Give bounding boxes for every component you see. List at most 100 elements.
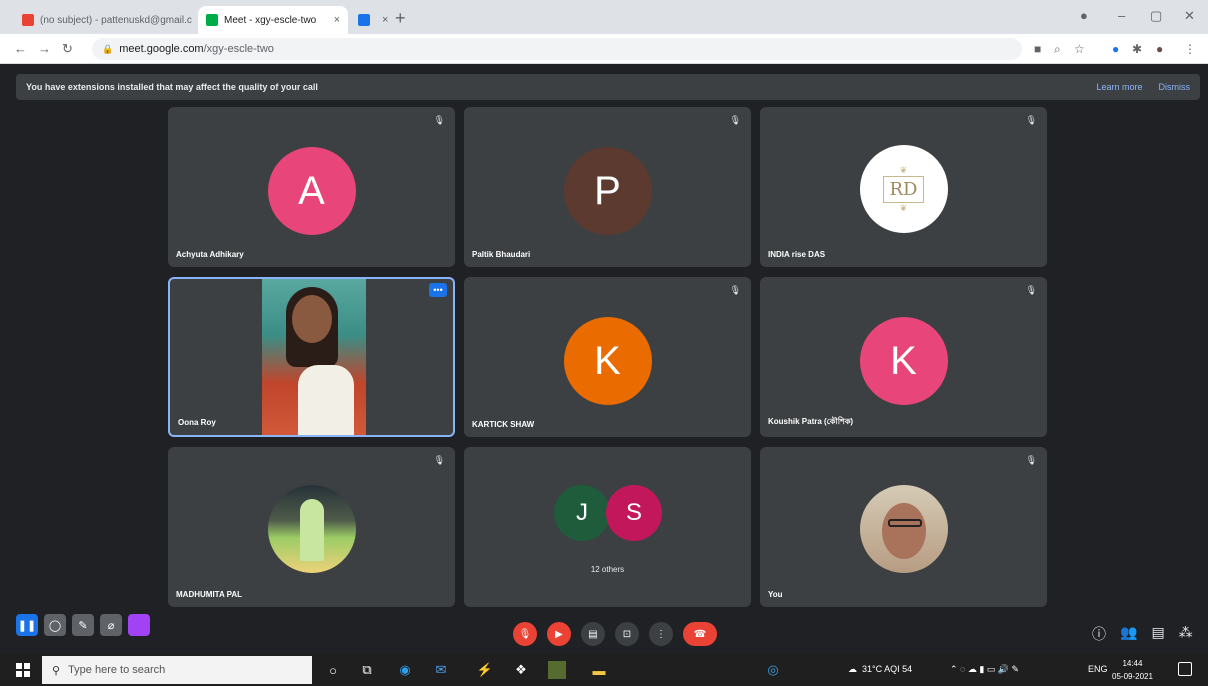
extension-icon[interactable]: ● (1112, 42, 1119, 56)
participant-tile[interactable]: 🎙︎ MADHUMITA PAL (168, 447, 455, 607)
meeting-tools: ⓘ 👥 ▤ ⁂ (1092, 624, 1193, 644)
minimize-button[interactable]: – (1118, 8, 1125, 23)
more-options-button[interactable]: ⋮ (649, 622, 673, 646)
profile-photo (859, 485, 948, 573)
extensions-puzzle-icon[interactable]: ✱ (1132, 42, 1142, 56)
avatar: K (859, 317, 948, 405)
tab-meet[interactable]: Meet - xgy-escle-two × (198, 6, 348, 34)
zoom-icon[interactable]: ⌕ (1054, 42, 1061, 57)
participant-tile[interactable]: 🎙︎ ❦ RD ❦ INDIA rise DAS (760, 107, 1047, 267)
participant-tile[interactable]: 🎙︎ K KARTICK SHAW (464, 277, 751, 437)
activities-icon[interactable]: ⁂ (1179, 624, 1193, 644)
mic-off-icon: 🎙︎ (729, 285, 741, 295)
tab-gmail[interactable]: (no subject) - pattenuskd@gmail.c × (14, 6, 194, 34)
participant-name: Koushik Patra (কৌশিক) (768, 417, 854, 426)
participant-name: INDIA rise DAS (768, 250, 826, 259)
forward-icon[interactable]: → (38, 41, 51, 56)
video-tab-icon (358, 14, 370, 26)
avatar: A (267, 147, 356, 235)
pen-icon[interactable]: ✎ (72, 614, 94, 636)
taskbar-search[interactable]: ⚲ Type here to search (42, 656, 312, 684)
lock-icon: 🔒 (102, 43, 114, 54)
mic-toggle-button[interactable]: 🎙︎ (513, 622, 537, 646)
new-tab-button[interactable]: + (395, 8, 406, 29)
more-icon[interactable]: ••• (429, 283, 447, 297)
ornament-icon: ❦ (899, 202, 908, 213)
color-swatch[interactable] (128, 614, 150, 636)
weather-icon[interactable]: ☁ (848, 664, 857, 675)
tab-title: Meet - xgy-escle-two (224, 14, 317, 26)
reload-icon[interactable]: ↻ (62, 41, 73, 57)
file-explorer-icon[interactable]: ▬ (590, 661, 608, 679)
chat-icon[interactable]: ▤ (1151, 624, 1164, 644)
participant-tile[interactable]: 🎙︎ A Achyuta Adhikary (168, 107, 455, 267)
language-indicator[interactable]: ENG (1088, 664, 1108, 674)
banner-message: You have extensions installed that may a… (26, 82, 318, 92)
dismiss-button[interactable]: Dismiss (1159, 82, 1191, 92)
mic-off-icon: 🎙︎ (1025, 285, 1037, 295)
close-icon[interactable]: × (192, 14, 194, 26)
end-call-button[interactable]: ☎ (683, 622, 717, 646)
cortana-icon[interactable]: ○ (324, 661, 342, 679)
participant-name: KARTICK SHAW (472, 420, 535, 429)
extensions-warning-banner: You have extensions installed that may a… (16, 74, 1200, 100)
tab-third[interactable]: × (350, 6, 390, 34)
mic-off-icon: 🎙︎ (1025, 455, 1037, 465)
dropbox-icon[interactable]: ❖ (512, 661, 530, 679)
camera-toggle-button[interactable]: ▶ (547, 622, 571, 646)
participant-tile-active[interactable]: ••• Oona Roy (168, 277, 455, 437)
menu-icon[interactable]: ⋮ (1184, 42, 1196, 56)
ornament-icon: ❦ (899, 164, 908, 175)
mic-off-icon: 🎙︎ (433, 115, 445, 125)
search-icon: ⚲ (52, 664, 61, 677)
url-path: /xgy-escle-two (203, 43, 274, 55)
eraser-icon[interactable]: ⌀ (100, 614, 122, 636)
participant-tile-self[interactable]: 🎙︎ You (760, 447, 1047, 607)
learn-more-link[interactable]: Learn more (1096, 82, 1142, 92)
close-icon[interactable]: × (328, 14, 340, 26)
clock[interactable]: 14:44 05-09-2021 (1112, 657, 1153, 683)
back-icon[interactable]: ← (14, 41, 27, 56)
url-host: meet.google.com (119, 43, 204, 55)
maximize-button[interactable]: ▢ (1150, 8, 1162, 24)
avatar: J (554, 485, 610, 541)
screen: (no subject) - pattenuskd@gmail.c × Meet… (0, 0, 1208, 686)
address-bar[interactable]: 🔒 meet.google.com /xgy-escle-two (92, 38, 1022, 60)
participant-tile[interactable]: 🎙︎ P Paltik Bhaudari (464, 107, 751, 267)
task-view-icon[interactable]: ⧉ (358, 661, 376, 679)
date: 05-09-2021 (1112, 672, 1153, 681)
close-icon[interactable]: × (376, 14, 388, 26)
time: 14:44 (1122, 659, 1143, 668)
photo-app-icon[interactable] (548, 661, 566, 679)
captions-button[interactable]: ▤ (581, 622, 605, 646)
profile-icon[interactable]: ● (1080, 8, 1088, 23)
pause-icon[interactable]: ❚❚ (16, 614, 38, 636)
profile-logo: ❦ RD ❦ (859, 145, 948, 233)
app-icon[interactable]: ⚡ (476, 661, 494, 679)
chrome-icon[interactable]: ◎ (764, 661, 782, 679)
participant-name: Oona Roy (178, 418, 216, 427)
others-tile[interactable]: J S 12 others (464, 447, 751, 607)
logo-monogram: RD (882, 175, 925, 203)
system-tray-icons[interactable]: ⌃ ◌ ☁ ▮ ▭ 🔊 ✎ (950, 664, 1019, 675)
avatar: K (563, 317, 652, 405)
avatar[interactable]: ● (1156, 42, 1163, 56)
bookmark-star-icon[interactable]: ☆ (1074, 42, 1085, 56)
edge-icon[interactable]: ◉ (396, 661, 414, 679)
people-icon[interactable]: 👥 (1120, 624, 1137, 644)
present-button[interactable]: ⊡ (615, 622, 639, 646)
close-window-button[interactable]: ✕ (1184, 8, 1195, 24)
participant-tile[interactable]: 🎙︎ K Koushik Patra (কৌশিক) (760, 277, 1047, 437)
camera-indicator-icon[interactable]: ■ (1034, 42, 1041, 56)
windows-taskbar: ⚲ Type here to search ○ ⧉ ◉ ✉ ⚡ ❖ ▬ ◎ ☁ … (0, 654, 1208, 686)
weather-text[interactable]: 31°C AQI 54 (862, 664, 912, 674)
windows-start-icon[interactable] (16, 663, 30, 677)
mic-off-icon: 🎙︎ (729, 115, 741, 125)
participant-video (262, 279, 366, 435)
notification-icon[interactable] (1178, 662, 1192, 676)
gmail-icon (22, 14, 34, 26)
mail-icon[interactable]: ✉ (432, 661, 450, 679)
info-icon[interactable]: ⓘ (1092, 624, 1106, 644)
circle-tool-icon[interactable]: ◯ (44, 614, 66, 636)
tab-strip: (no subject) - pattenuskd@gmail.c × Meet… (0, 0, 1208, 34)
